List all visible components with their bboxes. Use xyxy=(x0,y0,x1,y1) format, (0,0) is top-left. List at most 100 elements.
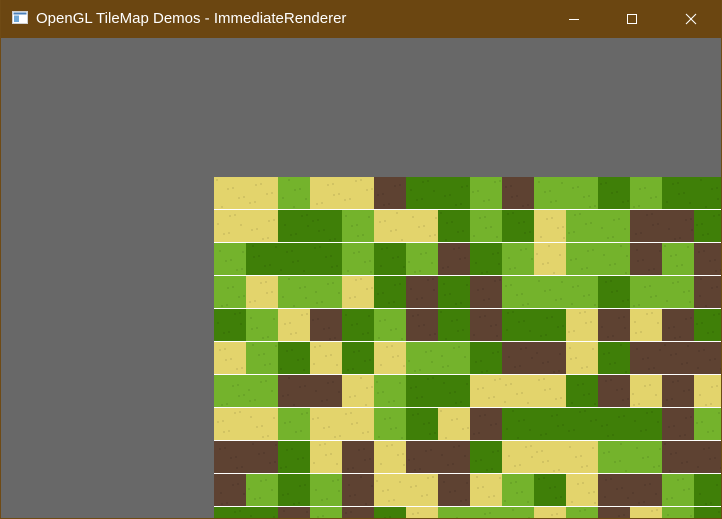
tile-sand xyxy=(374,342,406,374)
tile-light-grass xyxy=(278,408,310,440)
tile-dirt xyxy=(310,309,342,341)
window-title: OpenGL TileMap Demos - ImmediateRenderer xyxy=(36,10,347,27)
tile-dark-grass xyxy=(438,177,470,209)
tile-light-grass xyxy=(406,342,438,374)
tile-dirt xyxy=(662,408,694,440)
tile-dirt xyxy=(662,342,694,374)
tile-sand xyxy=(214,342,246,374)
tile-sand xyxy=(534,375,566,407)
tile-light-grass xyxy=(470,177,502,209)
tile-dark-grass xyxy=(214,507,246,518)
tile-dark-grass xyxy=(310,243,342,275)
tile-sand xyxy=(246,408,278,440)
tile-sand xyxy=(438,408,470,440)
tile-sand xyxy=(470,375,502,407)
tile-dark-grass xyxy=(406,375,438,407)
close-icon xyxy=(685,13,697,25)
tile-dark-grass xyxy=(406,177,438,209)
app-window-icon xyxy=(12,11,28,24)
tile-dark-grass xyxy=(374,507,406,518)
tile-sand xyxy=(246,177,278,209)
row-separator xyxy=(214,341,721,342)
tile-sand xyxy=(342,375,374,407)
maximize-button[interactable] xyxy=(609,0,655,38)
tile-sand xyxy=(246,276,278,308)
tile-light-grass xyxy=(566,210,598,242)
tile-light-grass xyxy=(630,441,662,473)
tile-dirt xyxy=(278,507,310,518)
tile-dark-grass xyxy=(470,342,502,374)
tile-sand xyxy=(534,441,566,473)
row-separator xyxy=(214,440,721,441)
tile-sand xyxy=(310,342,342,374)
tile-dirt xyxy=(630,210,662,242)
tile-sand xyxy=(310,441,342,473)
render-viewport[interactable] xyxy=(2,38,721,518)
tile-dark-grass xyxy=(598,342,630,374)
tile-sand xyxy=(374,474,406,506)
tile-light-grass xyxy=(310,507,342,518)
tile-sand xyxy=(342,276,374,308)
title-bar[interactable]: OpenGL TileMap Demos - ImmediateRenderer xyxy=(1,0,721,38)
tile-dirt xyxy=(438,474,470,506)
tile-dirt xyxy=(310,375,342,407)
tile-dirt xyxy=(662,210,694,242)
tile-dark-grass xyxy=(438,276,470,308)
tile-dark-grass xyxy=(406,408,438,440)
tile-dark-grass xyxy=(694,210,721,242)
tile-light-grass xyxy=(566,276,598,308)
tile-dark-grass xyxy=(598,177,630,209)
tile-dark-grass xyxy=(694,177,721,209)
tile-light-grass xyxy=(534,276,566,308)
tile-light-grass xyxy=(662,243,694,275)
tile-sand xyxy=(374,441,406,473)
tile-dark-grass xyxy=(278,243,310,275)
tile-sand xyxy=(566,441,598,473)
tile-dirt xyxy=(694,342,721,374)
tile-dark-grass xyxy=(534,474,566,506)
tile-dirt xyxy=(598,507,630,518)
tile-dirt xyxy=(342,507,374,518)
tile-sand xyxy=(310,408,342,440)
tile-dark-grass xyxy=(502,309,534,341)
tile-dark-grass xyxy=(470,243,502,275)
tile-light-grass xyxy=(246,375,278,407)
tile-light-grass xyxy=(662,474,694,506)
tile-dirt xyxy=(246,441,278,473)
tile-dirt xyxy=(342,474,374,506)
tile-dirt xyxy=(278,375,310,407)
row-separator xyxy=(214,473,721,474)
tile-light-grass xyxy=(246,474,278,506)
tile-dirt xyxy=(694,441,721,473)
tile-light-grass xyxy=(310,276,342,308)
tile-sand xyxy=(630,375,662,407)
tile-sand xyxy=(630,507,662,518)
tile-light-grass xyxy=(694,408,721,440)
tile-light-grass xyxy=(566,177,598,209)
tile-dirt xyxy=(598,474,630,506)
tile-dark-grass xyxy=(566,375,598,407)
close-button[interactable] xyxy=(668,0,714,38)
tile-dark-grass xyxy=(342,309,374,341)
tile-light-grass xyxy=(630,276,662,308)
tile-dark-grass xyxy=(374,276,406,308)
tile-dirt xyxy=(470,309,502,341)
tile-dirt xyxy=(502,342,534,374)
tile-light-grass xyxy=(502,276,534,308)
tile-light-grass xyxy=(598,243,630,275)
tile-sand xyxy=(470,474,502,506)
tile-light-grass xyxy=(214,243,246,275)
tile-light-grass xyxy=(502,474,534,506)
row-separator xyxy=(214,209,721,210)
tile-light-grass xyxy=(438,342,470,374)
tile-dirt xyxy=(534,342,566,374)
tile-sand xyxy=(534,243,566,275)
tile-light-grass xyxy=(502,243,534,275)
tile-dark-grass xyxy=(438,210,470,242)
tile-dirt xyxy=(342,441,374,473)
row-separator xyxy=(214,242,721,243)
maximize-icon xyxy=(627,14,637,24)
minimize-button[interactable] xyxy=(551,0,597,38)
tile-dark-grass xyxy=(310,210,342,242)
tile-dark-grass xyxy=(502,210,534,242)
